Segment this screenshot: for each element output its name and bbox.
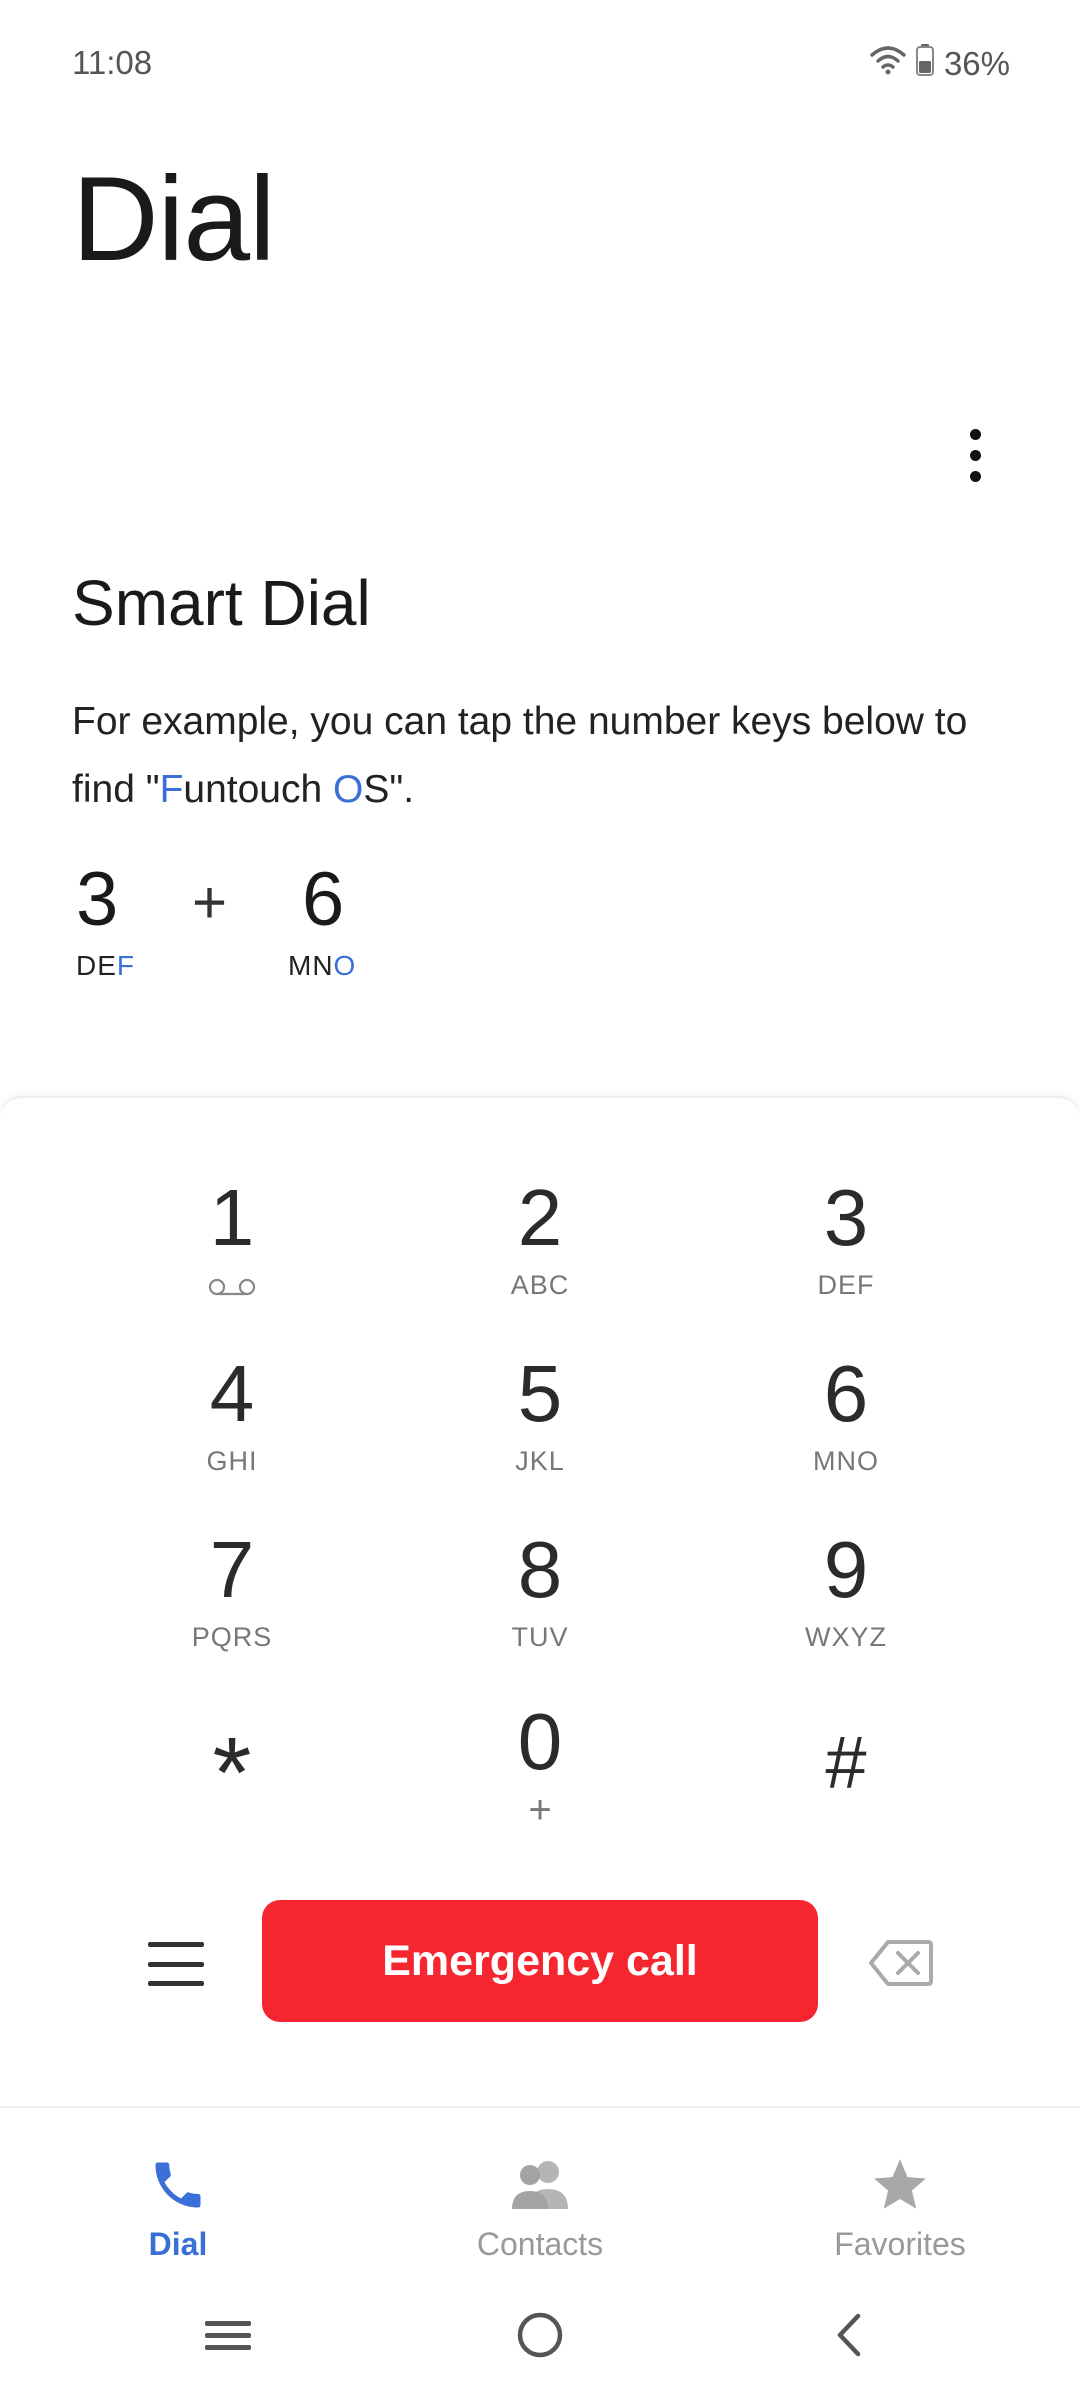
example-key-3: 3 DEF (76, 856, 135, 982)
highlight-o: O (333, 768, 364, 811)
smart-dial-title: Smart Dial (72, 567, 371, 639)
bottom-nav: Dial Contacts Favorites (0, 2106, 1080, 2276)
home-button[interactable] (505, 2300, 575, 2370)
key-8[interactable]: 8 TUV (420, 1522, 660, 1682)
key-digit: 5 (517, 1349, 563, 1438)
back-button[interactable] (815, 2300, 885, 2370)
key-9[interactable]: 9 WXYZ (726, 1522, 966, 1682)
menu-button[interactable] (148, 1942, 204, 1986)
key-0[interactable]: 0 + (420, 1694, 660, 1854)
line2-suffix: S". (363, 768, 415, 811)
key-digit: 7 (209, 1525, 255, 1614)
key-letters: PQRS (191, 1622, 273, 1652)
more-vertical-icon-dot (969, 449, 981, 461)
example-letters: MNO (288, 950, 356, 982)
smart-dial-description: For example, you can tap the number keys… (72, 688, 1032, 824)
more-vertical-icon (969, 428, 981, 440)
key-2[interactable]: 2 ABC (420, 1170, 660, 1330)
key-letters: JKL (515, 1446, 565, 1476)
key-symbol: # (825, 1721, 867, 1804)
battery-icon (915, 44, 934, 84)
key-hash[interactable]: # (726, 1698, 966, 1858)
example-letters-highlight: O (333, 950, 357, 981)
tab-contacts[interactable]: Contacts (420, 2150, 660, 2263)
smart-dial-line2: find "Funtouch OS". (72, 756, 1032, 824)
line2-mid: untouch (183, 768, 334, 811)
key-letters: MNO (813, 1446, 879, 1476)
recents-button[interactable] (193, 2300, 263, 2370)
menu-icon-bar (148, 1981, 204, 1986)
page-title: Dial (72, 152, 276, 286)
contacts-icon (420, 2150, 660, 2220)
key-digit: 6 (823, 1349, 869, 1438)
key-letters: WXYZ (805, 1622, 887, 1652)
key-5[interactable]: 5 JKL (420, 1346, 660, 1506)
voicemail-icon (208, 1278, 256, 1296)
example-digit: 3 (76, 857, 119, 942)
tab-label: Dial (148, 2226, 208, 2262)
smart-dial-example: 3 DEF + 6 MNO (72, 856, 472, 996)
key-plus: + (528, 1788, 552, 1832)
backspace-button[interactable] (868, 1938, 934, 1988)
star-icon (780, 2150, 1020, 2220)
key-letters: GHI (206, 1446, 258, 1476)
key-digit: 3 (823, 1173, 869, 1262)
example-letters-highlight: F (116, 950, 136, 981)
key-digit: 0 (517, 1697, 563, 1786)
emergency-call-button[interactable]: Emergency call (262, 1900, 818, 2022)
action-row: Emergency call (0, 1900, 1080, 2030)
more-vertical-icon-dot (969, 470, 981, 482)
menu-icon (148, 1942, 204, 1947)
key-letters: TUV (511, 1622, 569, 1652)
line2-prefix: find " (72, 768, 160, 811)
phone-icon (58, 2150, 298, 2220)
more-options-button[interactable] (945, 415, 1005, 495)
example-letters: DEF (76, 950, 135, 982)
example-plus: + (192, 869, 228, 936)
key-3[interactable]: 3 DEF (726, 1170, 966, 1330)
key-digit: 1 (209, 1173, 255, 1262)
key-digit: 8 (517, 1525, 563, 1614)
status-bar: 11:08 36% (0, 0, 1080, 130)
key-digit: 9 (823, 1525, 869, 1614)
menu-icon-bar (148, 1961, 204, 1967)
home-icon (517, 2312, 563, 2358)
key-star[interactable]: * (112, 1698, 352, 1858)
key-1[interactable]: 1 (112, 1170, 352, 1330)
key-6[interactable]: 6 MNO (726, 1346, 966, 1506)
key-letters: DEF (817, 1270, 875, 1300)
backspace-icon (869, 1940, 933, 1986)
key-digit: 4 (209, 1349, 255, 1438)
key-digit: 2 (517, 1173, 563, 1262)
wifi-icon (870, 45, 906, 83)
highlight-f: F (159, 768, 184, 811)
key-7[interactable]: 7 PQRS (112, 1522, 352, 1682)
example-letters-plain: DE (76, 950, 117, 981)
status-time: 11:08 (72, 44, 153, 81)
tab-favorites[interactable]: Favorites (780, 2150, 1020, 2263)
key-symbol: * (212, 1717, 252, 1829)
key-letters: ABC (510, 1270, 570, 1300)
key-4[interactable]: 4 GHI (112, 1346, 352, 1506)
tab-dial[interactable]: Dial (58, 2150, 298, 2263)
system-nav-bar (0, 2290, 1080, 2380)
tab-label: Favorites (834, 2226, 966, 2262)
recents-icon (205, 2321, 251, 2350)
back-icon (837, 2313, 861, 2357)
example-digit: 6 (302, 857, 345, 942)
example-letters-plain: MN (288, 950, 334, 981)
example-key-6: 6 MNO (288, 856, 356, 982)
status-icons: 36% (870, 44, 1010, 84)
smart-dial-line1: For example, you can tap the number keys… (72, 700, 968, 743)
battery-percent: 36% (943, 45, 1010, 82)
tab-label: Contacts (476, 2226, 604, 2262)
